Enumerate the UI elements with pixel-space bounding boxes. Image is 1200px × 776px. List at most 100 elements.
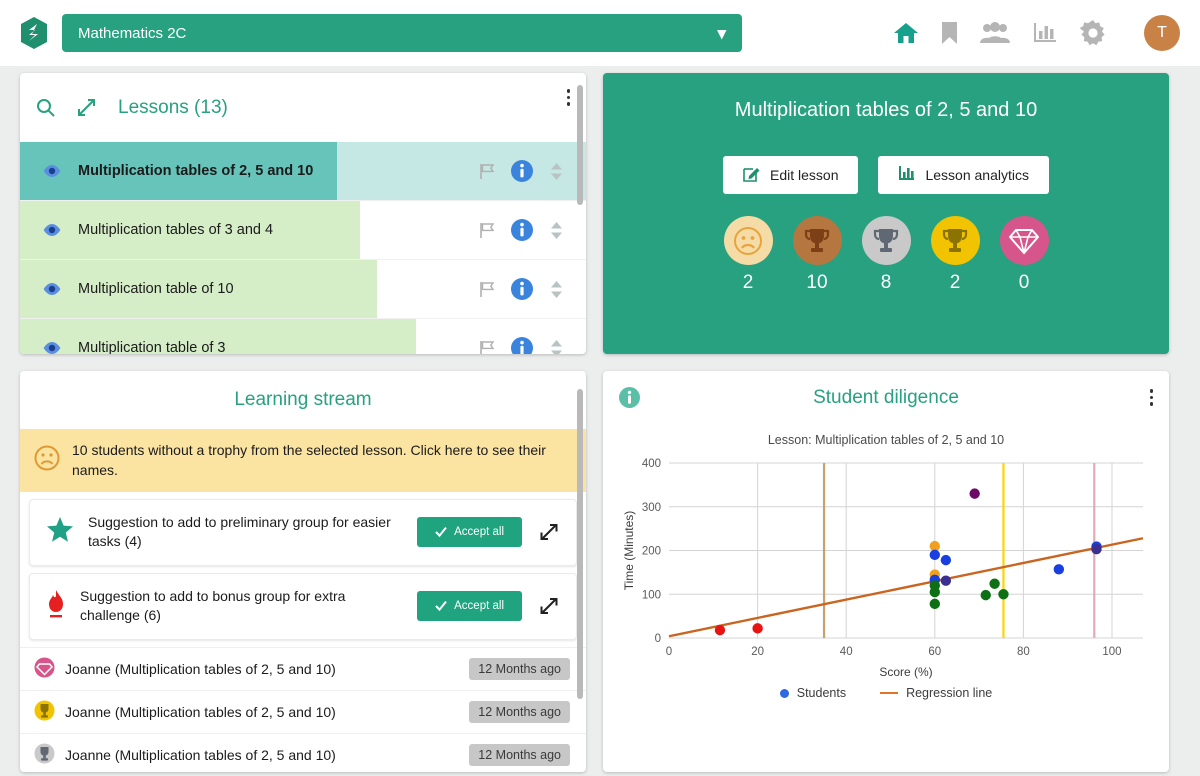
lessons-menu-icon[interactable] (567, 89, 571, 106)
lesson-detail-title: Multiplication tables of 2, 5 and 10 (735, 99, 1037, 122)
expand-icon[interactable] (536, 523, 562, 541)
avatar[interactable]: T (1144, 15, 1180, 51)
trophy-diamond[interactable]: 0 (1000, 216, 1049, 294)
sort-handle-icon[interactable] (549, 339, 564, 355)
chart-subtitle: Lesson: Multiplication tables of 2, 5 an… (603, 433, 1169, 447)
sad-face-icon (34, 445, 60, 476)
legend-item-regression: Regression line (880, 686, 992, 700)
learning-stream-scrollbar[interactable] (577, 389, 583, 699)
home-icon[interactable] (893, 21, 919, 45)
lessons-scrollbar[interactable] (577, 85, 583, 205)
flag-icon[interactable] (478, 222, 495, 239)
class-selector-value: Mathematics 2C (78, 25, 717, 42)
search-icon[interactable] (36, 98, 55, 117)
svg-text:40: 40 (840, 646, 853, 658)
gear-icon[interactable] (1080, 20, 1106, 46)
suggestion-text: Suggestion to add to preliminary group f… (88, 513, 403, 552)
trophy-sad-face[interactable]: 2 (724, 216, 773, 294)
flag-icon[interactable] (478, 340, 495, 355)
learning-stream-panel: Learning stream 10 students without a tr… (20, 371, 586, 772)
info-icon[interactable] (511, 160, 533, 182)
analytics-icon[interactable] (1032, 21, 1058, 45)
sort-handle-icon[interactable] (549, 221, 564, 240)
info-icon[interactable] (511, 219, 533, 241)
expand-icon[interactable] (77, 98, 96, 117)
sort-handle-icon[interactable] (549, 280, 564, 299)
trophy-count: 2 (743, 272, 754, 294)
info-icon[interactable] (511, 278, 533, 300)
chart-legend: Students Regression line (603, 686, 1169, 700)
suggestion-text: Suggestion to add to bonus group for ext… (80, 587, 403, 626)
legend-label-regression: Regression line (906, 686, 992, 700)
activity-row[interactable]: Joanne (Multiplication tables of 2, 5 an… (20, 690, 586, 733)
app-logo[interactable] (14, 16, 54, 50)
lessons-panel: Lessons (13) Multiplication tables of 2,… (20, 73, 586, 354)
trophy-summary: 2 10 8 2 0 (724, 216, 1049, 294)
flag-icon[interactable] (478, 163, 495, 180)
chart-menu-icon[interactable] (1150, 389, 1154, 406)
trophy-count: 2 (950, 272, 961, 294)
accept-all-label: Accept all (454, 600, 504, 612)
lesson-row[interactable]: Multiplication table of 3 (20, 319, 586, 354)
activity-text: Joanne (Multiplication tables of 2, 5 an… (65, 661, 459, 677)
lesson-detail-panel: Multiplication tables of 2, 5 and 10 Edi… (603, 73, 1169, 354)
svg-text:20: 20 (751, 646, 764, 658)
accept-all-button[interactable]: Accept all (417, 517, 522, 547)
lesson-detail-buttons: Edit lesson Lesson analytics (723, 156, 1049, 194)
expand-icon[interactable] (536, 597, 562, 615)
svg-text:0: 0 (666, 646, 672, 658)
gold-trophy-icon (931, 216, 980, 265)
sad-face-icon (724, 216, 773, 265)
flame-icon (46, 589, 66, 624)
lesson-visibility-icon[interactable] (42, 223, 62, 237)
trophy-count: 0 (1019, 272, 1030, 294)
flag-icon[interactable] (478, 281, 495, 298)
student-diligence-panel: Student diligence Lesson: Multiplication… (603, 371, 1169, 772)
silver-trophy-icon (862, 216, 911, 265)
svg-text:80: 80 (1017, 646, 1030, 658)
lesson-visibility-icon[interactable] (42, 341, 62, 354)
learning-stream-title: Learning stream (234, 389, 371, 411)
sort-handle-icon[interactable] (549, 162, 564, 181)
chart-icon (898, 165, 915, 185)
info-icon[interactable] (511, 337, 533, 354)
svg-text:0: 0 (655, 633, 661, 645)
chart-header: Student diligence (603, 371, 1169, 425)
lesson-visibility-icon[interactable] (42, 282, 62, 296)
lessons-title: Lessons (13) (118, 97, 228, 119)
lesson-analytics-button[interactable]: Lesson analytics (878, 156, 1049, 194)
class-selector[interactable]: Mathematics 2C ▾ (62, 14, 742, 52)
lesson-row[interactable]: Multiplication table of 10 (20, 260, 586, 319)
bookmark-icon[interactable] (941, 21, 958, 45)
main-content: Lessons (13) Multiplication tables of 2,… (0, 66, 1200, 772)
trophy-bronze-trophy[interactable]: 10 (793, 216, 842, 294)
trophy-gold-trophy[interactable]: 2 (931, 216, 980, 294)
legend-dot-icon (780, 689, 789, 698)
accept-all-button[interactable]: Accept all (417, 591, 522, 621)
star-icon (46, 516, 74, 549)
activity-row[interactable]: Joanne (Multiplication tables of 2, 5 an… (20, 647, 586, 690)
svg-text:300: 300 (642, 502, 661, 514)
lesson-visibility-icon[interactable] (42, 164, 62, 178)
activity-timestamp: 12 Months ago (469, 658, 570, 680)
legend-item-students: Students (780, 686, 846, 700)
lesson-row[interactable]: Multiplication tables of 3 and 4 (20, 201, 586, 260)
scatter-plot[interactable]: 0100200300400020406080100Score (%)Time (… (621, 455, 1151, 680)
info-icon[interactable] (619, 387, 640, 408)
lessons-list: Multiplication tables of 2, 5 and 10 Mul… (20, 142, 586, 354)
activity-timestamp: 12 Months ago (469, 701, 570, 723)
lesson-row[interactable]: Multiplication tables of 2, 5 and 10 (20, 142, 586, 201)
chart-title: Student diligence (813, 387, 959, 409)
activity-row[interactable]: Joanne (Multiplication tables of 2, 5 an… (20, 733, 586, 772)
svg-text:Score (%): Score (%) (879, 665, 932, 679)
top-bar: Mathematics 2C ▾ (0, 0, 1200, 66)
edit-lesson-button[interactable]: Edit lesson (723, 156, 858, 194)
svg-text:100: 100 (1102, 646, 1121, 658)
trophy-silver-trophy[interactable]: 8 (862, 216, 911, 294)
edit-icon (743, 165, 760, 185)
no-trophy-alert[interactable]: 10 students without a trophy from the se… (20, 429, 586, 492)
activity-timestamp: 12 Months ago (469, 744, 570, 766)
learning-stream-header: Learning stream (20, 371, 586, 429)
students-icon[interactable] (980, 22, 1010, 44)
legend-label-students: Students (797, 686, 846, 700)
